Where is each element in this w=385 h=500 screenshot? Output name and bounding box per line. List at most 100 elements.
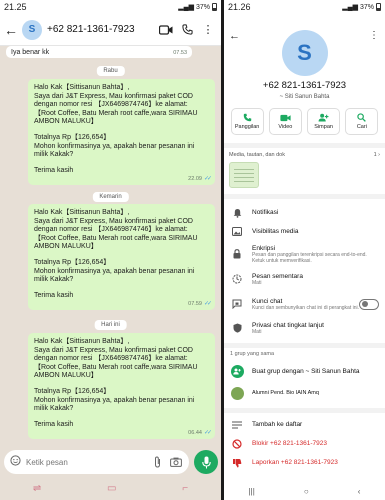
system-back-icon[interactable]: ⌐ — [182, 483, 188, 494]
status-time: 21.25 — [4, 2, 27, 12]
home-icon[interactable]: ○ — [304, 487, 309, 496]
row-subtitle: Mati — [252, 328, 262, 335]
row-title: Privasi chat tingkat lanjut — [252, 321, 324, 329]
message-input[interactable]: Ketik pesan — [26, 458, 145, 467]
recents-icon[interactable]: ⇌ — [33, 483, 41, 494]
status-bar: 21.25 ▂▄▆ 37% — [0, 0, 221, 14]
message-time: 06.44 — [188, 429, 202, 436]
recents-icon[interactable]: ||| — [249, 487, 255, 496]
camera-icon[interactable] — [169, 455, 183, 469]
chat-header: ← S +62 821-1361-7923 ⋮ — [0, 14, 221, 46]
contact-alias: ~ Siti Sanun Bahta — [279, 94, 330, 100]
lock-icon — [230, 249, 244, 259]
mic-icon — [201, 456, 211, 468]
message-line: Terima kasih — [34, 166, 74, 174]
contact-name[interactable]: +62 821-1361-7923 — [47, 24, 154, 35]
save-label: Simpan — [314, 124, 333, 130]
report-row[interactable]: Laporkan +62 821-1361-7923 — [224, 453, 385, 472]
signal-icon: ▂▄▆ — [178, 4, 194, 11]
emoji-icon[interactable] — [10, 453, 21, 471]
read-ticks-icon: ✓✓ — [203, 300, 212, 307]
disappearing-messages-row[interactable]: Pesan sementara Mati — [224, 267, 385, 291]
contact-avatar-large[interactable]: S — [281, 30, 328, 76]
media-visibility-row[interactable]: Visibilitas media — [224, 222, 385, 241]
add-to-list-row[interactable]: Tambah ke daftar — [224, 415, 385, 434]
contact-actions: Panggilan Video Simpan Cari — [224, 108, 385, 138]
contact-avatar[interactable]: S — [22, 19, 42, 40]
read-ticks-icon: ✓✓ — [203, 429, 212, 436]
encryption-row[interactable]: Enkripsi Pesan dan panggilan terenkripsi… — [224, 241, 385, 267]
incoming-message[interactable]: Iya benar kk 07.53 — [6, 46, 192, 58]
media-thumbnail[interactable] — [229, 162, 259, 188]
message-line: Halo Kak【Sittisanun Bahta】, — [34, 84, 130, 91]
groups-in-common-label: 1 grup yang sama — [230, 351, 275, 357]
row-title: Notifikasi — [252, 209, 279, 216]
section-divider — [224, 408, 385, 413]
more-options-icon[interactable]: ⋮ — [199, 21, 217, 39]
message-line: Terima kasih — [34, 420, 74, 428]
status-icons: ▂▄▆ 37% — [342, 3, 381, 11]
message-line: Totalnya Rp【126,654】 — [34, 387, 111, 395]
media-label: Media, tautan, dan dok — [229, 152, 285, 158]
row-title: Alumni Pend. Bio IAIN Amq — [252, 390, 319, 396]
bell-icon — [230, 208, 244, 218]
video-label: Video — [278, 123, 293, 130]
battery-icon — [212, 3, 217, 11]
status-bar: 21.26 ▂▄▆ 37% — [224, 0, 385, 14]
save-contact-button[interactable]: Simpan — [307, 108, 341, 135]
row-subtitle: Pesan dan panggilan terenkripsi secara e… — [252, 251, 367, 264]
system-nav-bar: ⇌ ▭ ⌐ — [0, 476, 221, 500]
message-text: Iya benar kk — [11, 49, 50, 56]
day-separator: Kemarin — [92, 192, 129, 202]
notifications-row[interactable]: Notifikasi — [224, 203, 385, 222]
voice-message-button[interactable] — [194, 450, 218, 474]
chat-lock-toggle[interactable] — [359, 298, 379, 310]
system-nav-bar: ||| ○ ‹ — [224, 482, 385, 500]
row-title: Pesan sementara — [252, 272, 303, 280]
shield-icon — [230, 323, 244, 333]
day-separator: Hari ini — [94, 320, 127, 330]
contact-header: ← ⋮ S +62 821-1361-7923 ~ Siti Sanun Bah… — [224, 14, 385, 108]
thumbs-down-icon — [230, 458, 244, 468]
group-avatar — [230, 386, 244, 400]
system-back-icon[interactable]: ‹ — [358, 487, 361, 496]
row-title: Blokir +62 821-1361-7923 — [252, 440, 327, 447]
search-button[interactable]: Cari — [345, 108, 379, 135]
create-group-row[interactable]: Buat grup dengan ~ Siti Sanun Bahta — [224, 360, 385, 382]
message-input-bar[interactable]: Ketik pesan — [4, 450, 189, 474]
video-call-icon[interactable] — [157, 21, 175, 39]
message-line: Mohon konfirmasinya ya, apakah benar pes… — [34, 142, 195, 159]
add-person-icon — [318, 113, 329, 122]
outgoing-message[interactable]: Halo Kak【Sittisanun Bahta】, Saya dari J&T… — [28, 79, 215, 186]
message-line: Totalnya Rp【126,654】 — [34, 133, 111, 141]
contact-phone: +62 821-1361-7923 — [262, 80, 347, 91]
outgoing-message[interactable]: Halo Kak【Sittisanun Bahta】, Saya dari J&T… — [28, 204, 215, 311]
outgoing-message[interactable]: Halo Kak【Sittisanun Bahta】, Saya dari J&T… — [28, 333, 215, 440]
block-row[interactable]: Blokir +62 821-1361-7923 — [224, 434, 385, 453]
media-section-header[interactable]: Media, tautan, dan dok 1 › — [224, 148, 385, 162]
advanced-privacy-row[interactable]: Privasi chat tingkat lanjut Mati — [224, 317, 385, 339]
back-arrow-icon[interactable]: ← — [4, 22, 22, 38]
home-icon[interactable]: ▭ — [107, 483, 116, 494]
message-line: Terima kasih — [34, 291, 74, 299]
back-arrow-icon[interactable]: ← — [229, 30, 240, 42]
attach-icon[interactable] — [150, 455, 164, 469]
call-button[interactable]: Panggilan — [230, 108, 264, 135]
media-count: 1 › — [373, 152, 380, 158]
search-label: Cari — [356, 124, 367, 130]
message-line: Mohon konfirmasinya ya, apakah benar pes… — [34, 267, 195, 284]
group-add-icon — [230, 364, 244, 378]
message-meta: 07.59 ✓✓ — [188, 300, 212, 309]
status-icons: ▂▄▆ 37% — [178, 3, 217, 11]
message-line: Halo Kak【Sittisanun Bahta】, — [34, 209, 130, 216]
message-line: 【Root Coffee, Batu Merah root caffe,wara… — [34, 109, 198, 126]
search-icon — [357, 113, 367, 122]
chat-lock-row[interactable]: Kunci chat Kunci dan sembunyikan chat in… — [224, 291, 385, 317]
voice-call-icon[interactable] — [178, 21, 196, 39]
video-button[interactable]: Video — [268, 108, 302, 135]
contact-info-pane: 21.26 ▂▄▆ 37% ← ⋮ S +62 821-1361-7923 ~ … — [224, 0, 385, 500]
battery-percent: 37% — [195, 3, 210, 11]
more-options-icon[interactable]: ⋮ — [369, 30, 379, 41]
common-group-row[interactable]: Alumni Pend. Bio IAIN Amq — [224, 382, 385, 404]
read-ticks-icon: ✓✓ — [203, 175, 212, 182]
